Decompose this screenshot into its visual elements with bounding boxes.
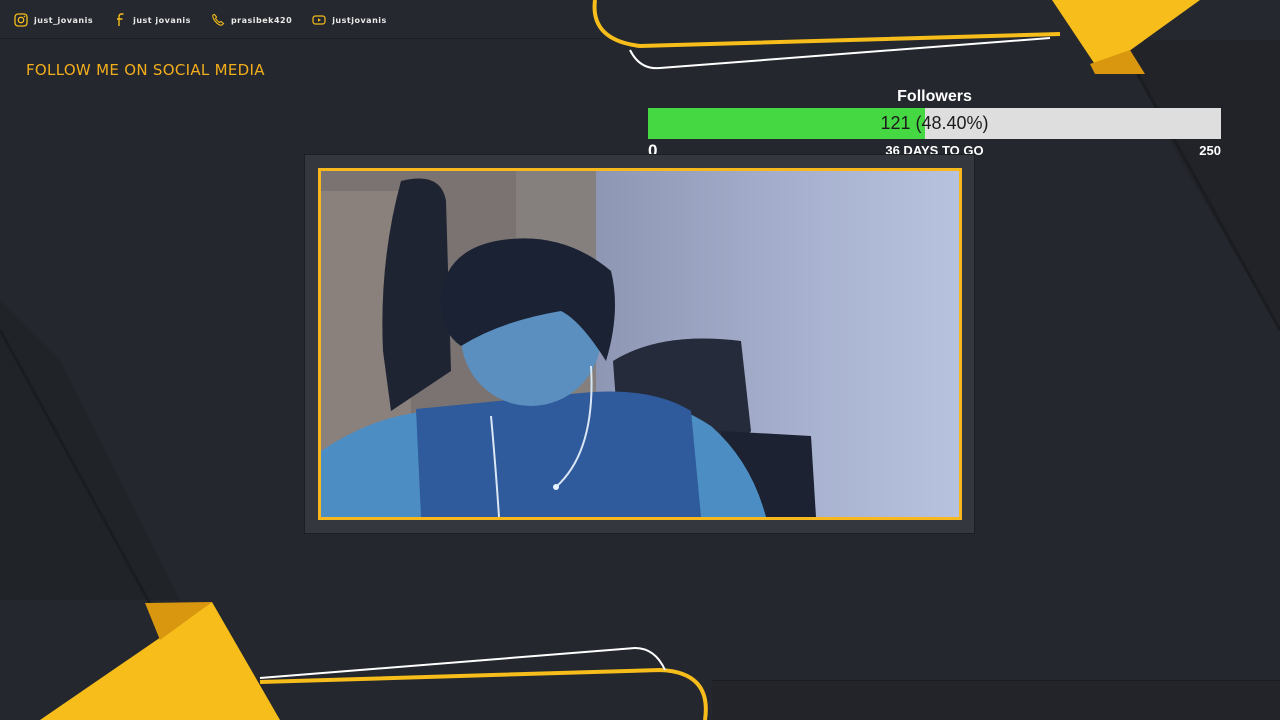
- follow-title: FOLLOW ME ON SOCIAL MEDIA: [26, 61, 265, 79]
- facebook-icon: [117, 13, 124, 26]
- instagram-handle: just_jovanis: [34, 15, 94, 25]
- social-item-facebook[interactable]: just jovanis: [113, 13, 191, 27]
- facebook-handle: just jovanis: [133, 15, 191, 25]
- follower-goal: Followers 121 (48.40%) 0 36 DAYS TO GO 2…: [648, 87, 1221, 161]
- social-item-phone[interactable]: prasibek420: [211, 13, 292, 27]
- instagram-icon: [14, 13, 28, 27]
- goal-max: 250: [1199, 143, 1221, 158]
- social-item-youtube[interactable]: justjovanis: [312, 13, 387, 27]
- goal-title: Followers: [897, 88, 972, 105]
- goal-progress-text: 121 (48.40%): [880, 113, 989, 133]
- webcam-frame: [305, 155, 974, 533]
- youtube-handle: justjovanis: [332, 15, 387, 25]
- phone-handle: prasibek420: [230, 15, 293, 25]
- phone-icon: [212, 13, 225, 26]
- goal-progress-bar: 121 (48.40%): [648, 108, 1221, 139]
- webcam-image: [321, 171, 959, 517]
- youtube-icon: [312, 15, 326, 25]
- social-bar: just_jovanis just jovanis prasibek420 ju…: [0, 0, 1280, 40]
- webcam-feed: [318, 168, 962, 520]
- social-item-instagram[interactable]: just_jovanis: [14, 13, 93, 27]
